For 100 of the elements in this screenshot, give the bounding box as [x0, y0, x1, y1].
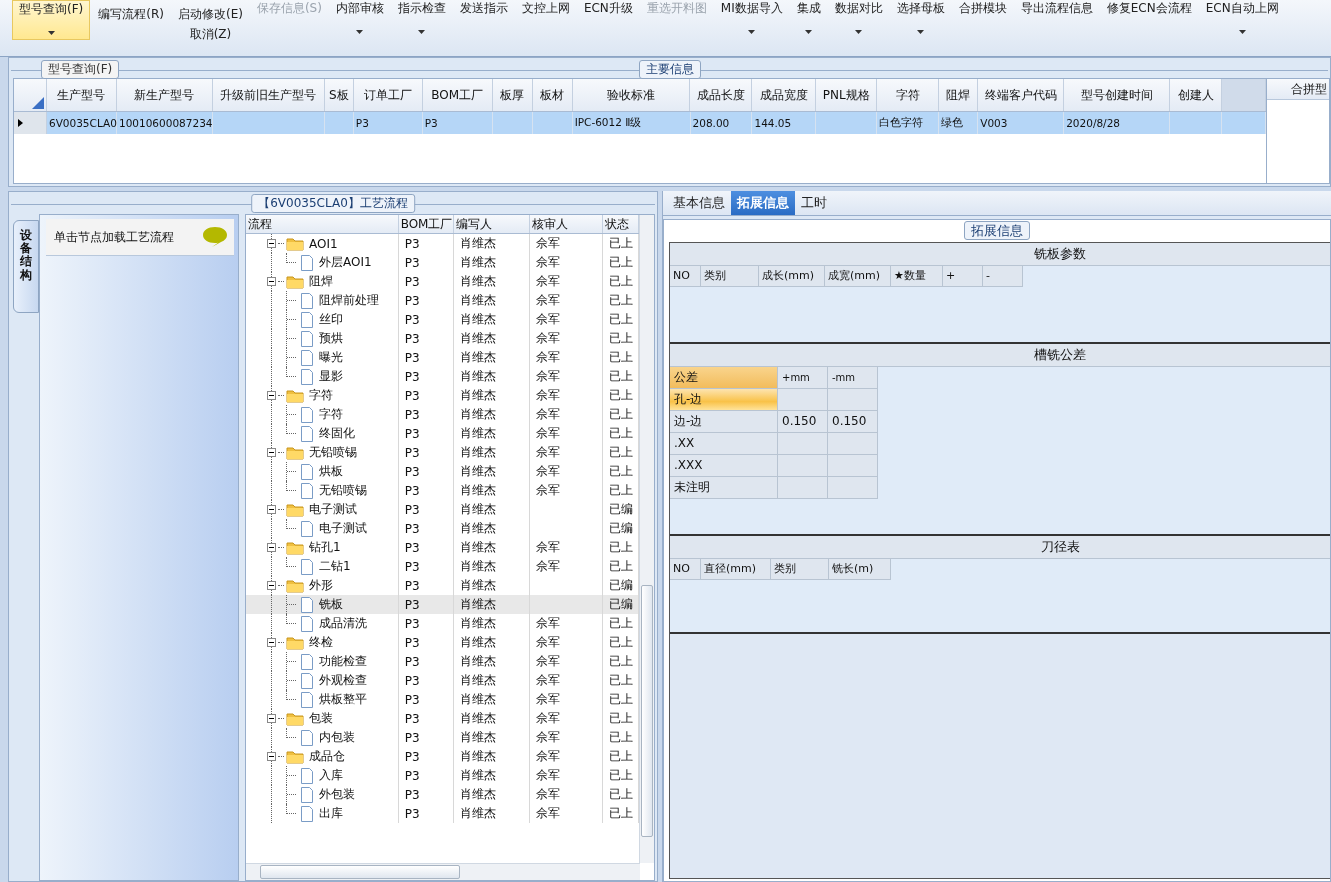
- column-header[interactable]: 字符: [877, 79, 940, 111]
- tree-row[interactable]: 铣板 P3 肖维杰 已编: [246, 595, 639, 614]
- column-header[interactable]: S板: [324, 79, 354, 111]
- column-header[interactable]: 阻焊: [939, 79, 979, 111]
- row-header[interactable]: 未注明: [670, 477, 778, 499]
- tab[interactable]: 拓展信息: [731, 191, 795, 215]
- toolbar-button[interactable]: 编写流程(R): [92, 0, 170, 40]
- collapse-icon[interactable]: [267, 752, 276, 761]
- column-header[interactable]: 型号创建时间: [1064, 79, 1171, 111]
- column-header[interactable]: -mm: [828, 367, 878, 389]
- tree-row[interactable]: 功能检查 P3 肖维杰 佘军 已上: [246, 652, 639, 671]
- toolbar-button[interactable]: ECN升级: [577, 0, 639, 40]
- collapse-icon[interactable]: [267, 638, 276, 647]
- row-header[interactable]: .XXX: [670, 455, 778, 477]
- toolbar-button[interactable]: 集成: [790, 0, 827, 40]
- tree-row[interactable]: 字符 P3 肖维杰 佘军 已上: [246, 386, 639, 405]
- toolbar-button[interactable]: 文控上网: [515, 0, 576, 40]
- tree-row[interactable]: 预烘 P3 肖维杰 佘军 已上: [246, 329, 639, 348]
- toolbar-button[interactable]: 发送指示: [453, 0, 514, 40]
- column-header[interactable]: 成长(mm): [759, 266, 825, 287]
- tree-row[interactable]: 烘板 P3 肖维杰 佘军 已上: [246, 462, 639, 481]
- column-header[interactable]: 终端客户代码: [978, 79, 1065, 111]
- column-header[interactable]: 成品宽度: [752, 79, 817, 111]
- column-header[interactable]: 类别: [771, 559, 829, 580]
- tree-row[interactable]: 外层AOI1 P3 肖维杰 佘军 已上: [246, 253, 639, 272]
- collapse-icon[interactable]: [267, 391, 276, 400]
- collapse-icon[interactable]: [267, 239, 276, 248]
- tree-row[interactable]: 无铅喷锡 P3 肖维杰 佘军 已上: [246, 443, 639, 462]
- tree-row[interactable]: 电子测试 P3 肖维杰 已编: [246, 519, 639, 538]
- column-header[interactable]: 升级前旧生产型号: [212, 79, 325, 111]
- tree-row[interactable]: 终固化 P3 肖维杰 佘军 已上: [246, 424, 639, 443]
- tab[interactable]: 基本信息: [667, 191, 731, 215]
- column-header[interactable]: 新生产型号: [116, 79, 213, 111]
- tree-row[interactable]: 曝光 P3 肖维杰 佘军 已上: [246, 348, 639, 367]
- toolbar-button[interactable]: 修复ECN会流程: [1100, 0, 1198, 40]
- tree-row[interactable]: 外包装 P3 肖维杰 佘军 已上: [246, 785, 639, 804]
- tree-row[interactable]: 外观检查 P3 肖维杰 佘军 已上: [246, 671, 639, 690]
- column-header[interactable]: NO: [670, 266, 701, 287]
- collapse-icon[interactable]: [267, 714, 276, 723]
- tree-row[interactable]: 烘板整平 P3 肖维杰 佘军 已上: [246, 690, 639, 709]
- collapse-icon[interactable]: [267, 277, 276, 286]
- collapse-icon[interactable]: [267, 543, 276, 552]
- column-header[interactable]: 板材: [532, 79, 573, 111]
- tree-row[interactable]: 阻焊前处理 P3 肖维杰 佘军 已上: [246, 291, 639, 310]
- collapse-icon[interactable]: [267, 448, 276, 457]
- column-header[interactable]: 流程: [246, 215, 399, 233]
- column-header[interactable]: 板厚: [492, 79, 533, 111]
- tree-row[interactable]: 电子测试 P3 肖维杰 已编: [246, 500, 639, 519]
- tree-row[interactable]: 出库 P3 肖维杰 佘军 已上: [246, 804, 639, 823]
- toolbar-button[interactable]: ECN自动上网: [1199, 0, 1285, 40]
- tree-row[interactable]: 无铅喷锡 P3 肖维杰 佘军 已上: [246, 481, 639, 500]
- column-header[interactable]: 成宽(mm): [825, 266, 891, 287]
- tree-row[interactable]: 阻焊 P3 肖维杰 佘军 已上: [246, 272, 639, 291]
- tab[interactable]: 工时: [795, 191, 833, 215]
- collapse-icon[interactable]: [267, 581, 276, 590]
- tree-row[interactable]: 丝印 P3 肖维杰 佘军 已上: [246, 310, 639, 329]
- row-header[interactable]: 边-边: [670, 411, 778, 433]
- tree-row[interactable]: 终检 P3 肖维杰 佘军 已上: [246, 633, 639, 652]
- column-header[interactable]: NO: [670, 559, 701, 580]
- column-header[interactable]: 类别: [701, 266, 759, 287]
- column-header[interactable]: 生产型号: [46, 79, 117, 111]
- row-header[interactable]: .XX: [670, 433, 778, 455]
- toolbar-button[interactable]: 合拼模块: [952, 0, 1013, 40]
- tree-row[interactable]: 入库 P3 肖维杰 佘军 已上: [246, 766, 639, 785]
- column-header[interactable]: 公差: [670, 367, 778, 389]
- tree-row[interactable]: 成品仓 P3 肖维杰 佘军 已上: [246, 747, 639, 766]
- column-header[interactable]: BOM工厂: [398, 215, 454, 233]
- toolbar-button[interactable]: 选择母板: [890, 0, 951, 40]
- tree-row[interactable]: AOI1 P3 肖维杰 佘军 已上: [246, 234, 639, 253]
- toolbar-button[interactable]: 内部审核: [329, 0, 390, 40]
- column-header[interactable]: +mm: [778, 367, 828, 389]
- vertical-tab[interactable]: 设备结构: [13, 220, 39, 313]
- column-header[interactable]: BOM工厂: [422, 79, 493, 111]
- tree-row[interactable]: 钻孔1 P3 肖维杰 佘军 已上: [246, 538, 639, 557]
- toolbar-button[interactable]: MI数据导入: [714, 0, 789, 40]
- toolbar-button[interactable]: 指示检查: [391, 0, 452, 40]
- tree-row[interactable]: 内包装 P3 肖维杰 佘军 已上: [246, 728, 639, 747]
- column-header[interactable]: 验收标准: [572, 79, 691, 111]
- toolbar-button[interactable]: 导出流程信息: [1014, 0, 1099, 40]
- tree-row[interactable]: 二钻1 P3 肖维杰 佘军 已上: [246, 557, 639, 576]
- column-header[interactable]: +: [943, 266, 983, 287]
- column-header[interactable]: PNL规格: [816, 79, 878, 111]
- column-header[interactable]: 直径(mm): [701, 559, 771, 580]
- query-tab[interactable]: 型号查询(F): [41, 60, 120, 79]
- tree-row[interactable]: 包装 P3 肖维杰 佘军 已上: [246, 709, 639, 728]
- column-header[interactable]: -: [983, 266, 1023, 287]
- row-header[interactable]: 孔-边: [670, 389, 778, 411]
- column-header[interactable]: ★数量: [891, 266, 943, 287]
- column-header[interactable]: 铣长(m): [829, 559, 891, 580]
- toolbar-button[interactable]: 型号查询(F): [12, 0, 91, 40]
- horizontal-scrollbar[interactable]: [246, 863, 640, 880]
- collapse-icon[interactable]: [267, 505, 276, 514]
- tree-row[interactable]: 显影 P3 肖维杰 佘军 已上: [246, 367, 639, 386]
- tree-row[interactable]: 成品清洗 P3 肖维杰 佘军 已上: [246, 614, 639, 633]
- column-header[interactable]: 成品长度: [690, 79, 753, 111]
- tree-row[interactable]: 字符 P3 肖维杰 佘军 已上: [246, 405, 639, 424]
- column-header[interactable]: 订单工厂: [353, 79, 423, 111]
- table-row[interactable]: 6V0035CLA0 10010600087234 P3 P3 IPC-6012 Ⅱ级 208.00 144.05 白色字符 绿色 V003 2020/8/28: [14, 112, 1266, 134]
- toolbar-button[interactable]: 启动修改(E) 取消(Z): [171, 0, 249, 40]
- column-header[interactable]: 核审人: [529, 215, 603, 233]
